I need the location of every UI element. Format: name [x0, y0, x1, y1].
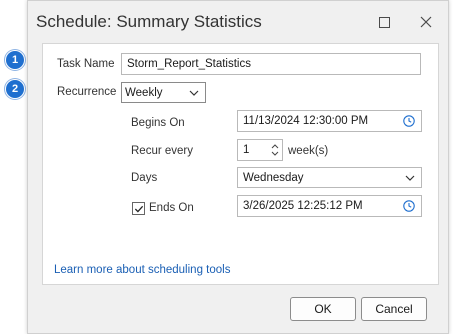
days-value: Wednesday: [243, 171, 304, 184]
recur-every-value: 1: [243, 144, 250, 156]
maximize-icon: [378, 16, 390, 28]
dialog-title: Schedule: Summary Statistics: [36, 12, 262, 31]
task-name-input[interactable]: Storm_Report_Statistics: [121, 53, 421, 75]
recur-every-unit: week(s): [288, 145, 329, 157]
ends-on-datetime-input[interactable]: 3/26/2025 12:25:12 PM: [237, 195, 422, 217]
begins-on-datetime-input[interactable]: 11/13/2024 12:30:00 PM: [237, 110, 422, 132]
clock-icon[interactable]: [403, 200, 415, 212]
chevron-down-icon: [189, 90, 199, 96]
days-select[interactable]: Wednesday: [237, 167, 422, 188]
maximize-button[interactable]: [371, 9, 397, 35]
ok-button[interactable]: OK: [290, 297, 356, 321]
close-button[interactable]: [413, 9, 439, 35]
chevron-down-icon: [405, 175, 415, 181]
stepper-arrows-icon[interactable]: [269, 141, 281, 159]
task-name-label: Task Name: [57, 58, 115, 70]
days-label: Days: [131, 172, 158, 184]
recurrence-value: Weekly: [125, 86, 163, 99]
ends-on-checkbox[interactable]: [132, 202, 145, 215]
cancel-button[interactable]: Cancel: [361, 297, 427, 321]
recurrence-label: Recurrence: [57, 86, 117, 98]
ends-on-value: 3/26/2025 12:25:12 PM: [243, 200, 363, 212]
clock-icon[interactable]: [403, 115, 415, 127]
recur-every-stepper[interactable]: 1: [237, 139, 283, 161]
step-2-badge: 2: [6, 80, 24, 98]
recur-every-label: Recur every: [131, 145, 193, 157]
title-bar: Schedule: Summary Statistics: [28, 1, 448, 43]
ends-on-label: Ends On: [149, 202, 194, 214]
schedule-dialog: Schedule: Summary Statistics Task Name S…: [27, 0, 449, 334]
begins-on-label: Begins On: [131, 117, 185, 129]
scheduling-help-link[interactable]: Learn more about scheduling tools: [54, 264, 230, 276]
recurrence-select[interactable]: Weekly: [121, 82, 206, 103]
step-1-badge: 1: [6, 51, 24, 69]
schedule-form-panel: Task Name Storm_Report_Statistics Recurr…: [42, 43, 439, 285]
checkmark-icon: [134, 205, 143, 212]
begins-on-value: 11/13/2024 12:30:00 PM: [243, 115, 369, 127]
close-icon: [420, 16, 432, 28]
